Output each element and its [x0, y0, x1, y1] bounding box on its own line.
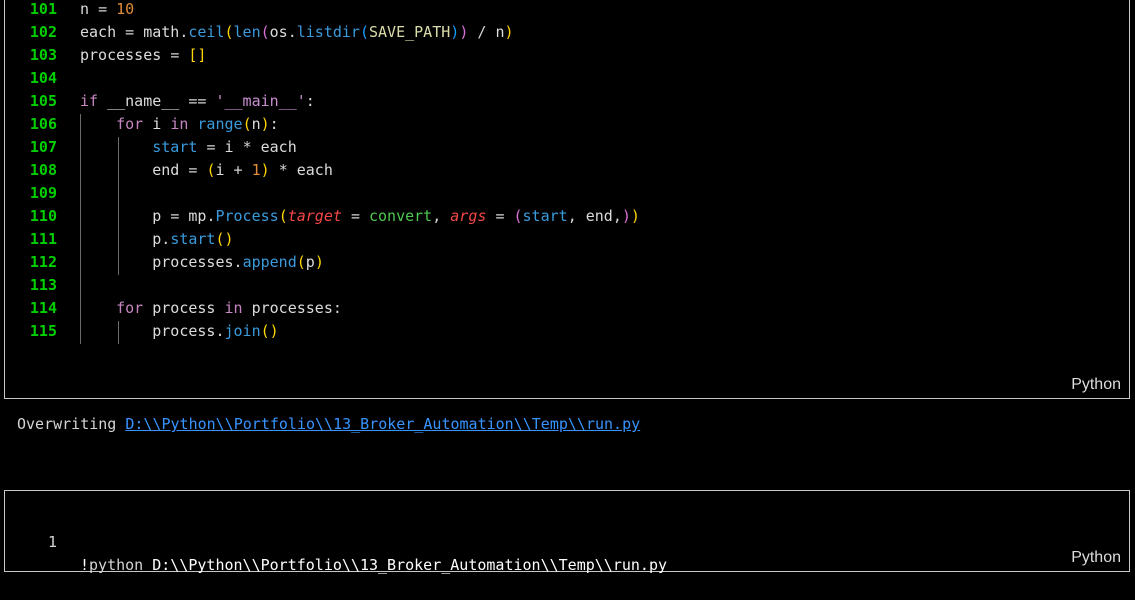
code-cell-editor[interactable]: 101 n = 10 102 each = math.ceil(len(os.list…	[4, 0, 1130, 399]
code-line[interactable]: 114 for process in processes:	[5, 297, 1105, 320]
cell-language-label[interactable]: Python	[1071, 549, 1121, 567]
line-number: 1	[47, 533, 57, 551]
line-number: 114	[29, 299, 57, 317]
code-line[interactable]: 109	[5, 182, 1105, 205]
code-line[interactable]: 108 end = (i + 1) * each	[5, 159, 1105, 182]
code-line[interactable]: 112 processes.append(p)	[5, 251, 1105, 274]
line-number: 115	[29, 322, 57, 340]
code-cell-editor[interactable]: 1 !python D:\\Python\\Portfolio\\13_Brok…	[4, 490, 1130, 574]
line-number: 105	[29, 92, 57, 110]
code-text[interactable]: for i in range(n):	[80, 113, 279, 136]
code-line[interactable]: 113	[5, 274, 1105, 297]
line-number: 101	[29, 0, 57, 18]
output-file-link[interactable]: D:\\Python\\Portfolio\\13_Broker_Automat…	[125, 415, 640, 433]
line-number: 113	[29, 276, 57, 294]
line-number: 102	[29, 23, 57, 41]
code-text[interactable]: !python D:\\Python\\Portfolio\\13_Broker…	[80, 554, 667, 577]
code-line[interactable]: 115 process.join()	[5, 320, 1105, 343]
line-number: 103	[29, 46, 57, 64]
code-text[interactable]: for process in processes:	[80, 297, 342, 320]
code-line[interactable]: 107 start = i * each	[5, 136, 1105, 159]
line-number: 110	[29, 207, 57, 225]
line-number: 109	[29, 184, 57, 202]
line-number: 106	[29, 115, 57, 133]
code-text[interactable]: end = (i + 1) * each	[80, 159, 333, 182]
line-number: 107	[29, 138, 57, 156]
cell-language-label[interactable]: Python	[1071, 376, 1121, 394]
line-number: 112	[29, 253, 57, 271]
line-number: 111	[29, 230, 57, 248]
code-text[interactable]: n = 10	[80, 0, 134, 21]
code-line[interactable]: 106 for i in range(n):	[5, 113, 1105, 136]
code-text[interactable]: each = math.ceil(len(os.listdir(SAVE_PAT…	[80, 21, 514, 44]
code-text[interactable]: p = mp.Process(target = convert, args = …	[80, 205, 640, 228]
line-number: 104	[29, 69, 57, 87]
code-line[interactable]: 110 p = mp.Process(target = convert, arg…	[5, 205, 1105, 228]
code-text[interactable]: p.start()	[80, 228, 233, 251]
output-text: Overwriting	[17, 415, 126, 433]
code-text[interactable]: if __name__ == '__main__':	[80, 90, 315, 113]
code-text[interactable]: start = i * each	[80, 136, 297, 159]
code-text[interactable]: processes = []	[80, 44, 206, 67]
code-line[interactable]: 105 if __name__ == '__main__':	[5, 90, 1105, 113]
cell-output: Overwriting D:\\Python\\Portfolio\\13_Br…	[17, 412, 640, 436]
code-line[interactable]: 104	[5, 67, 1105, 90]
code-line[interactable]: 102 each = math.ceil(len(os.listdir(SAVE_…	[5, 21, 1105, 44]
code-text[interactable]: processes.append(p)	[80, 251, 324, 274]
line-number: 108	[29, 161, 57, 179]
code-text[interactable]: process.join()	[80, 320, 278, 343]
code-line[interactable]: 1 !python D:\\Python\\Portfolio\\13_Brok…	[5, 508, 1105, 574]
code-line[interactable]: 111 p.start()	[5, 228, 1105, 251]
code-line[interactable]: 103 processes = []	[5, 44, 1105, 67]
code-line[interactable]: 101 n = 10	[5, 0, 1105, 21]
